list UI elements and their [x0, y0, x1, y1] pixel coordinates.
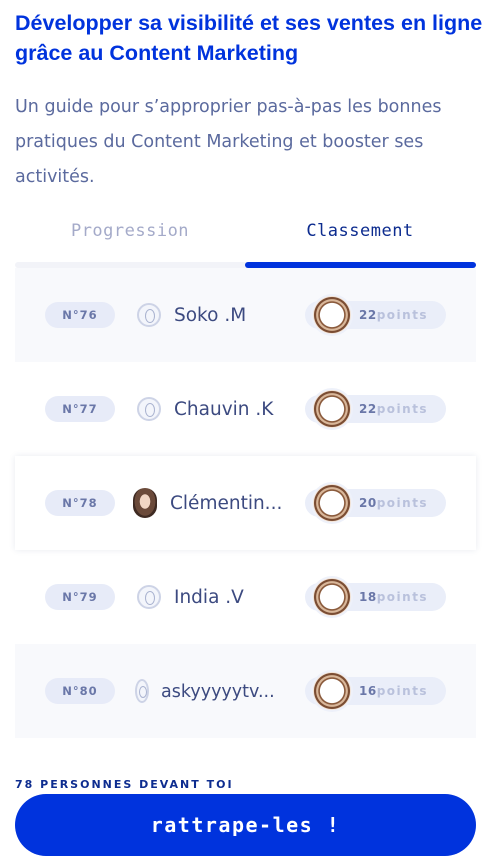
tab-progression[interactable]: Progression — [15, 212, 245, 252]
default-avatar-icon — [135, 679, 149, 703]
tab-bar: Progression Classement — [15, 212, 476, 268]
points-value: 22points — [359, 395, 428, 423]
medal-icon — [313, 578, 351, 616]
points-number: 16 — [359, 684, 377, 698]
default-avatar-icon — [137, 585, 161, 609]
tab-classement[interactable]: Classement — [245, 212, 475, 252]
points-number: 18 — [359, 590, 377, 604]
points-number: 22 — [359, 402, 377, 416]
score-pill: 22points — [305, 296, 446, 334]
rank-badge: N°77 — [45, 396, 115, 422]
points-unit: points — [376, 402, 429, 416]
points-unit: points — [376, 308, 429, 322]
medal-icon — [313, 484, 351, 522]
ranking-row: N°77 Chauvin .K 22points — [15, 362, 476, 456]
ranking-row-current-user: N°78 Clémentin... 20points — [15, 456, 476, 550]
medal-icon — [313, 296, 351, 334]
points-number: 20 — [359, 496, 377, 510]
user-name: askyyyyytv... — [161, 682, 275, 702]
medal-icon — [313, 672, 351, 710]
people-ahead-text: 78 PERSONNES DEVANT TOI — [15, 778, 234, 791]
points-value: 22points — [359, 301, 428, 329]
points-unit: points — [376, 684, 429, 698]
points-value: 18points — [359, 583, 428, 611]
user-photo-avatar — [133, 488, 157, 518]
score-pill: 22points — [305, 390, 446, 428]
default-avatar-icon — [137, 397, 161, 421]
rank-badge: N°76 — [45, 302, 115, 328]
rank-badge: N°78 — [45, 490, 115, 516]
user-name: Soko .M — [174, 305, 247, 326]
ranking-row: N°79 India .V 18points — [15, 550, 476, 644]
points-value: 16points — [359, 677, 428, 705]
score-pill: 16points — [305, 672, 446, 710]
user-name: Clémentin... — [170, 493, 283, 514]
ranking-row: N°80 askyyyyytv... 16points — [15, 644, 476, 738]
course-title: Développer sa visibilité et ses ventes e… — [15, 11, 483, 65]
points-number: 22 — [359, 308, 377, 322]
score-pill: 20points — [305, 484, 446, 522]
medal-icon — [313, 390, 351, 428]
points-unit: points — [376, 496, 429, 510]
course-subtitle: Un guide pour s’approprier pas-à-pas les… — [15, 97, 442, 187]
user-name: Chauvin .K — [174, 399, 274, 420]
ranking-row: N°76 Soko .M 22points — [15, 268, 476, 362]
rank-badge: N°80 — [45, 678, 115, 704]
score-pill: 18points — [305, 578, 446, 616]
default-avatar-icon — [137, 303, 161, 327]
user-name: India .V — [174, 587, 244, 608]
points-unit: points — [376, 590, 429, 604]
points-value: 20points — [359, 489, 428, 517]
catch-up-button[interactable]: rattrape-les ! — [15, 794, 476, 856]
rank-badge: N°79 — [45, 584, 115, 610]
